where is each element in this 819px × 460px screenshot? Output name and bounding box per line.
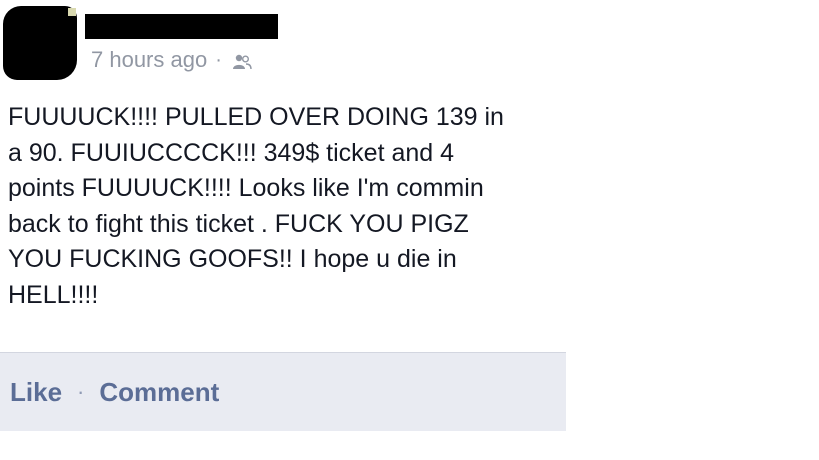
author-name-redacted[interactable]: [85, 14, 278, 39]
post-line: back to fight this ticket . FUCK YOU PIG…: [8, 209, 469, 238]
post-line: FUUUUCK!!!! PULLED OVER DOING 139 in: [8, 103, 504, 131]
avatar-redacted[interactable]: [3, 6, 77, 80]
post-line: points FUUUUCK!!!! Looks like I'm commin: [8, 174, 484, 203]
post-meta: 7 hours ago ·: [91, 47, 253, 73]
friends-icon[interactable]: [231, 51, 253, 70]
post-body: FUUUUCK!!!! PULLED OVER DOING 139 in a 9…: [8, 100, 560, 314]
meta-separator: ·: [215, 48, 222, 71]
post-card: 7 hours ago · FUUUUCK!!!! PULLED OVER DO…: [0, 0, 566, 460]
timestamp[interactable]: 7 hours ago: [91, 47, 207, 73]
post-line: YOU FUCKING GOOFS!! I hope u die in: [8, 245, 457, 274]
like-button[interactable]: Like: [10, 377, 62, 408]
action-bar: Like · Comment: [0, 352, 566, 431]
post-line: HELL!!!!: [8, 280, 99, 309]
post-line: a 90. FUUIUCCCCK!!! 349$ ticket and 4: [8, 138, 455, 167]
comment-button[interactable]: Comment: [99, 377, 219, 408]
avatar-edge: [68, 8, 76, 16]
action-separator: ·: [77, 379, 85, 404]
